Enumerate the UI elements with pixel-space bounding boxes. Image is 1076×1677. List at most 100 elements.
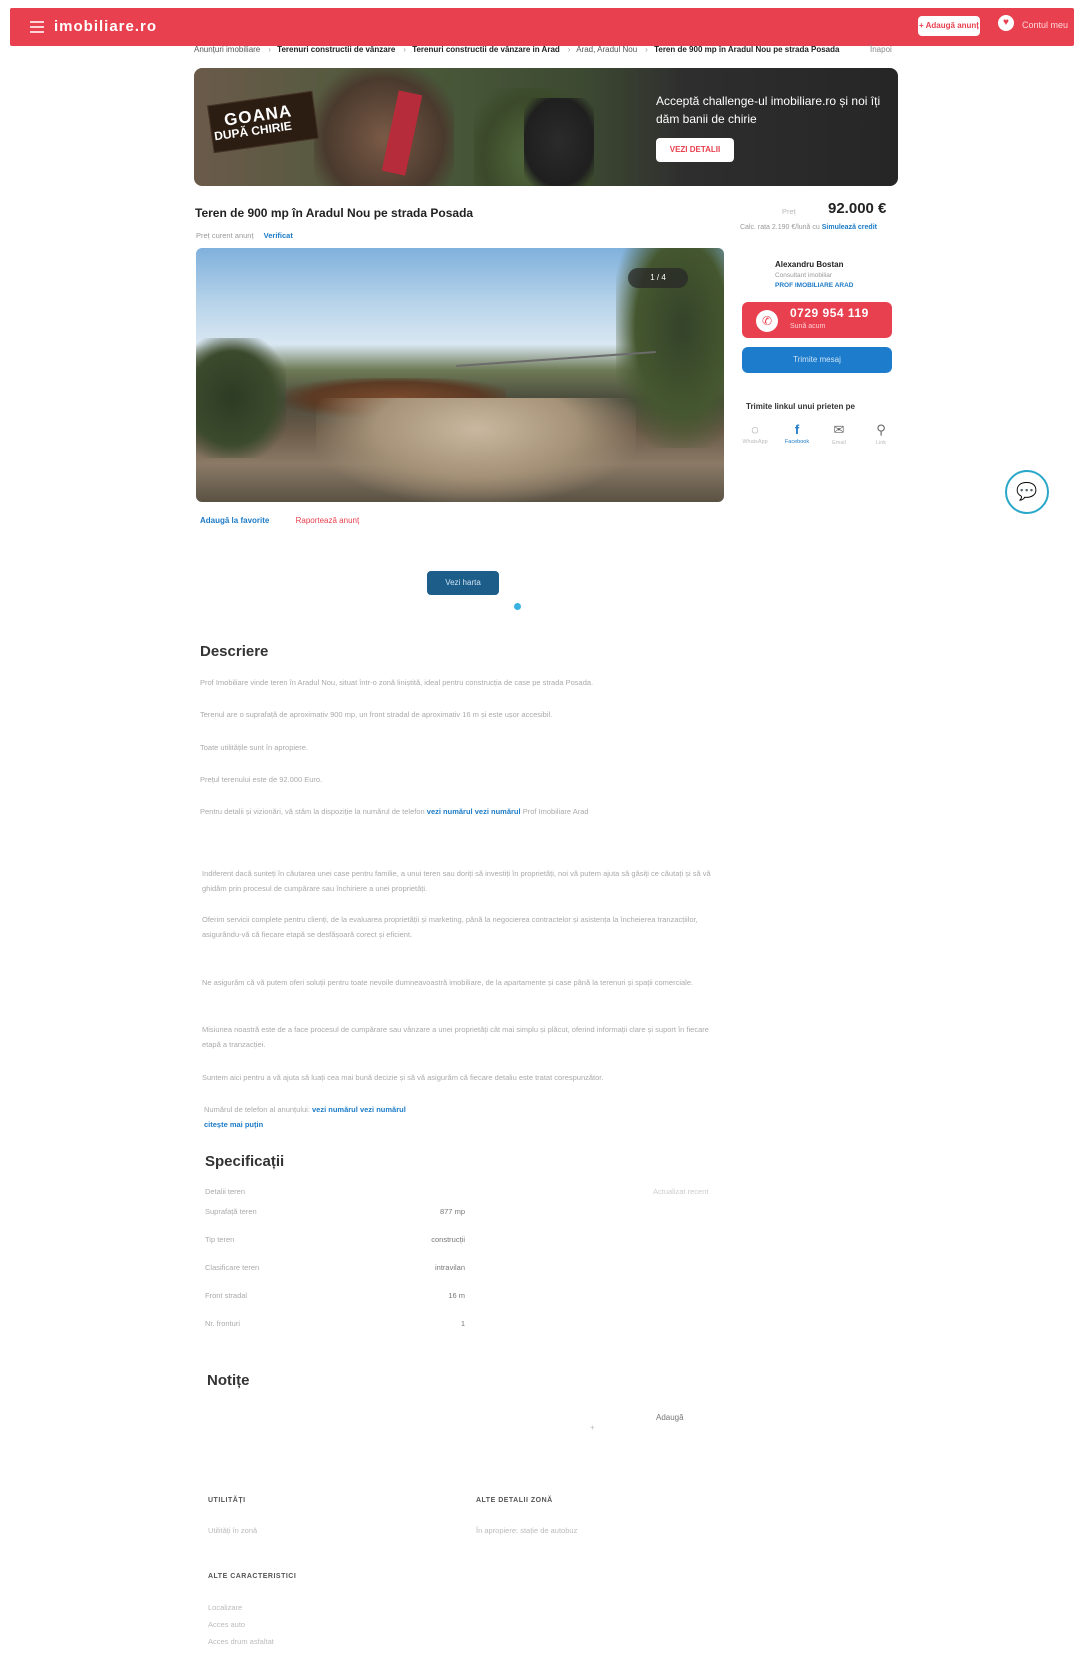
read-less-link[interactable]: citește mai puțin [204,1120,263,1129]
account-menu[interactable]: Contul meu [1022,20,1068,30]
utilities-value: Utilități în zonă [208,1526,258,1535]
banner-cta-button[interactable]: VEZI DETALII [656,138,734,162]
back-link[interactable]: Înapoi [870,45,892,54]
description-paragraph: Terenul are o suprafață de aproximativ 9… [200,710,553,719]
spec-value: 1 [460,1319,465,1328]
description-paragraph: Pentru detalii și vizionări, vă stăm la … [200,804,720,819]
spec-label: Nr. fronturi [205,1319,241,1328]
link-icon: ⚲ [876,422,886,437]
notes-add-icon[interactable]: + [590,1423,595,1432]
phone-footer-text: Numărul de telefon al anunțului: [204,1105,310,1114]
other-features-heading: ALTE CARACTERISTICI [208,1573,297,1580]
whatsapp-icon: ◌ [751,422,759,437]
listing-price: 92.000 € [828,200,887,217]
description-paragraph: Ne asigurăm că vă putem oferi soluții pe… [202,978,694,987]
add-note-button[interactable]: Adaugă [656,1413,684,1422]
show-phone-link[interactable]: vezi numărul [360,1105,406,1114]
share-label: WhatsApp [742,439,768,445]
spec-value: intravilan [434,1263,465,1272]
listing-meta-text: Preț curent anunț [196,231,254,240]
spec-row: Tip teren construcții [205,1235,465,1244]
spec-label: Clasificare teren [205,1263,260,1272]
breadcrumb-item[interactable]: Terenuri constructii de vânzare in Arad [412,45,560,54]
share-email-button[interactable]: ✉ Email [824,422,854,446]
description-paragraph: Indiferent dacă sunteți în căutarea unei… [202,869,711,893]
add-favorite-link[interactable]: Adaugă la favorite [200,516,269,525]
contact-text: Pentru detalii și vizionări, vă stăm la … [200,807,425,816]
spec-value: 16 m [448,1291,465,1300]
description-footer: Numărul de telefon al anunțului: vezi nu… [204,1102,724,1132]
specs-heading: Specificații [205,1153,285,1170]
credit-simulation-link[interactable]: Simulează credit [822,224,877,231]
photo-actions: Adaugă la favorite Raportează anunț [200,516,359,525]
breadcrumb-item[interactable]: Anunțuri imobiliare [194,45,260,54]
description-paragraph: Suntem aici pentru a vă ajuta să luați c… [202,1073,604,1082]
agent-agency-link[interactable]: PROF IMOBILIARE ARAD [775,282,853,289]
carousel-dot[interactable] [514,603,521,610]
specs-updated: Actualizat recent [653,1187,709,1196]
hamburger-menu-icon[interactable] [30,21,44,33]
show-phone-link[interactable]: vezi numărul [475,807,521,816]
price-credit-text: Calc. rata 2.190 €/lună cu [740,224,820,231]
agent-role: Consultant imobiliar [775,272,833,279]
listing-title: Teren de 900 mp în Aradul Nou pe strada … [195,206,474,220]
spec-value: construcții [431,1235,465,1244]
user-avatar-icon[interactable]: ♥ [998,15,1014,31]
share-label: Email [832,440,846,446]
report-listing-link[interactable]: Raportează anunț [296,516,360,525]
other-feature: Acces drum asfaltat [208,1637,274,1646]
spec-label: Front stradal [205,1291,248,1300]
spec-row: Suprafață teren 877 mp [205,1207,465,1216]
zone-details-value: În apropiere: stație de autobuz [476,1526,578,1535]
share-facebook-button[interactable]: f Facebook [782,422,812,445]
spec-row: Nr. fronturi 1 [205,1319,465,1328]
description-paragraph: Misiunea noastră este de a face procesul… [202,1025,709,1049]
breadcrumb-item[interactable]: Arad, Aradul Nou [576,45,637,54]
spec-label: Suprafață teren [205,1207,257,1216]
spec-row: Front stradal 16 m [205,1291,465,1300]
listing-photo[interactable]: 1 / 4 [196,248,724,502]
breadcrumb-current: Teren de 900 mp în Aradul Nou pe strada … [654,45,840,54]
description-paragraph: Oferim servicii complete pentru clienți,… [202,915,698,939]
banner-headline: Acceptă challenge-ul imobiliare.ro și no… [656,94,881,126]
agent-name[interactable]: Alexandru Bostan [775,260,843,269]
specs-subheading: Detalii teren [205,1187,246,1196]
show-phone-link[interactable]: vezi numărul [312,1105,358,1114]
email-icon: ✉ [833,422,845,437]
notes-heading: Notițe [207,1372,250,1389]
agency-text: Prof Imobiliare Arad [522,807,589,816]
share-options: ◌ WhatsApp f Facebook ✉ Email ⚲ Link [740,422,896,452]
chat-bubble-icon[interactable]: 💬 [1005,470,1049,514]
photo-counter[interactable]: 1 / 4 [628,268,688,288]
send-message-button[interactable]: Trimite mesaj [742,347,892,373]
phone-icon: ✆ [756,310,778,332]
spec-value: 877 mp [439,1207,465,1216]
spec-row: Clasificare teren intravilan [205,1263,465,1272]
share-link-button[interactable]: ⚲ Link [866,422,896,446]
phone-number: 0729 954 119 [790,306,869,320]
share-title: Trimite linkul unui prieten pe [746,402,855,411]
top-navigation-bar: imobiliare.ro + Adaugă anunț ♥ Contul me… [10,8,1074,46]
other-feature: Acces auto [208,1620,246,1629]
listing-meta: Preț curent anunț Verificat [196,231,293,240]
promo-banner[interactable]: GOANA DUPĂ CHIRIE Acceptă challenge-ul i… [194,68,898,186]
price-label: Preț [782,207,796,216]
description-paragraph: Prof Imobiliare vinde teren în Aradul No… [200,678,594,687]
call-phone-button[interactable]: ✆ 0729 954 119 Sună acum [742,302,892,338]
description-heading: Descriere [200,643,269,660]
verified-badge: Verificat [263,231,293,240]
show-phone-link[interactable]: vezi numărul [427,807,473,816]
description-paragraph: Toate utilitățile sunt în apropiere. [200,743,308,752]
site-logo[interactable]: imobiliare.ro [54,18,157,35]
post-listing-button[interactable]: + Adaugă anunț [918,16,980,36]
share-whatsapp-button[interactable]: ◌ WhatsApp [740,422,770,445]
price-credit-info: Calc. rata 2.190 €/lună cu Simulează cre… [740,224,877,231]
spec-label: Tip teren [205,1235,235,1244]
share-label: Facebook [784,439,810,445]
phone-subtext: Sună acum [790,323,826,330]
share-label: Link [875,440,887,446]
breadcrumb-item[interactable]: Terenuri constructii de vânzare [277,45,395,54]
facebook-icon: f [794,422,800,437]
view-map-button[interactable]: Vezi harta [427,571,499,595]
description-paragraph: Prețul terenului este de 92.000 Euro. [200,775,323,784]
